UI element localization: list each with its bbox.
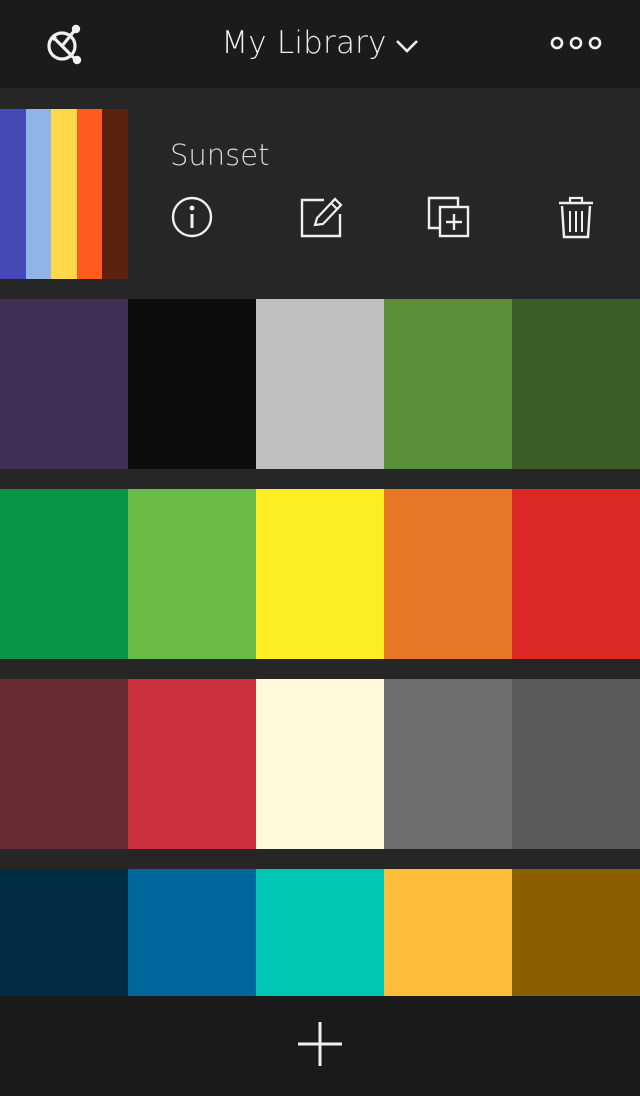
color-swatch [512, 679, 640, 849]
color-swatch [512, 489, 640, 659]
color-swatch [256, 679, 384, 849]
duplicate-button[interactable] [426, 194, 472, 240]
color-swatch [128, 869, 256, 996]
color-swatch [256, 299, 384, 469]
bottom-bar [0, 996, 640, 1096]
theme-name: Sunset [170, 138, 270, 172]
theme-row[interactable] [0, 489, 640, 659]
color-swatch [512, 299, 640, 469]
color-swatch [0, 489, 128, 659]
theme-row[interactable] [0, 299, 640, 469]
duplicate-icon [427, 196, 470, 238]
theme-row[interactable] [0, 679, 640, 849]
color-swatch [0, 679, 128, 849]
color-swatch [128, 679, 256, 849]
selected-theme-card: Sunset [0, 88, 640, 298]
info-button[interactable] [169, 194, 215, 240]
color-swatch [256, 489, 384, 659]
delete-button[interactable] [553, 194, 599, 240]
color-swatch [128, 299, 256, 469]
color-swatch [128, 489, 256, 659]
plus-icon [298, 1022, 342, 1066]
add-theme-button[interactable] [296, 1020, 344, 1068]
theme-thumbnail-stripe [51, 109, 77, 279]
color-swatch [384, 679, 512, 849]
theme-thumbnail-stripe [0, 109, 26, 279]
color-swatch [512, 869, 640, 996]
color-swatch [0, 869, 128, 996]
edit-button[interactable] [298, 194, 344, 240]
top-bar: My Library [0, 0, 640, 88]
theme-thumbnail[interactable] [0, 109, 128, 279]
theme-thumbnail-stripe [25, 109, 52, 279]
library-selector[interactable]: My Library [200, 18, 440, 68]
trash-icon [559, 196, 593, 239]
info-icon [171, 196, 213, 238]
color-swatch [384, 869, 512, 996]
color-swatch [256, 869, 384, 996]
page-title: My Library [221, 25, 387, 61]
app-root: My Library Sunset [0, 0, 640, 1096]
edit-icon [300, 197, 343, 238]
color-wheel-logo-icon[interactable] [40, 20, 88, 68]
color-swatch [384, 489, 512, 659]
more-options-icon[interactable] [548, 28, 604, 58]
theme-thumbnail-stripe [76, 109, 103, 279]
theme-thumbnail-stripe [102, 109, 128, 279]
color-swatch [0, 299, 128, 469]
theme-row[interactable] [0, 869, 640, 996]
color-swatch [384, 299, 512, 469]
chevron-down-icon [395, 40, 418, 53]
